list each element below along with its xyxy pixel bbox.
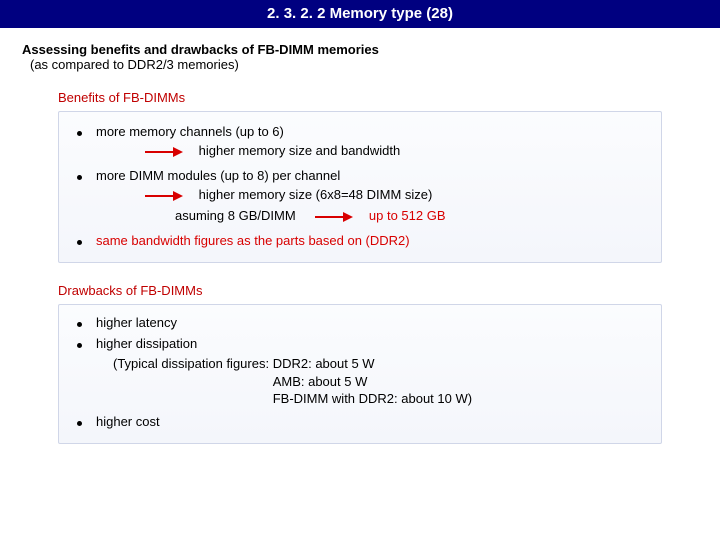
bullet-icon <box>77 175 82 180</box>
benefit-1-consequence: higher memory size and bandwidth <box>145 143 647 158</box>
benefit-2-assume: asuming 8 GB/DIMM <box>175 208 296 223</box>
dissipation-line-3: FB-DIMM with DDR2: about 10 W) <box>273 391 472 406</box>
benefit-item-3: same bandwidth figures as the parts base… <box>77 233 647 248</box>
drawbacks-title: Drawbacks of FB-DIMMs <box>58 283 720 298</box>
bullet-icon <box>77 343 82 348</box>
dissipation-label: (Typical dissipation figures: <box>113 356 269 371</box>
drawback-item-2: higher dissipation <box>77 336 647 351</box>
bullet-icon <box>77 421 82 426</box>
dissipation-line-1: DDR2: about 5 W <box>273 356 375 371</box>
drawback-1-text: higher latency <box>96 315 177 330</box>
bullet-icon <box>77 131 82 136</box>
benefit-2-result: up to 512 GB <box>369 208 446 223</box>
heading-sub: (as compared to DDR2/3 memories) <box>30 57 720 72</box>
slide-title-bar: 2. 3. 2. 2 Memory type (28) <box>0 0 720 28</box>
bullet-icon <box>77 240 82 245</box>
heading-block: Assessing benefits and drawbacks of FB-D… <box>22 42 720 72</box>
benefit-3-text: same bandwidth figures as the parts base… <box>96 233 410 248</box>
benefits-title: Benefits of FB-DIMMs <box>58 90 720 105</box>
benefit-1-text: more memory channels (up to 6) <box>96 124 284 139</box>
benefit-1-arrow-text: higher memory size and bandwidth <box>199 143 401 158</box>
dissipation-line-2: AMB: about 5 W <box>273 374 368 389</box>
drawbacks-panel: higher latency higher dissipation (Typic… <box>58 304 662 444</box>
benefit-2-arrow-text: higher memory size (6x8=48 DIMM size) <box>199 187 433 202</box>
arrow-icon <box>145 191 185 201</box>
arrow-icon <box>145 147 185 157</box>
bullet-icon <box>77 322 82 327</box>
benefit-2-consequence: higher memory size (6x8=48 DIMM size) <box>145 187 647 202</box>
benefit-2-text: more DIMM modules (up to 8) per channel <box>96 168 340 183</box>
benefit-2-assumption-row: asuming 8 GB/DIMM up to 512 GB <box>175 208 647 223</box>
benefits-panel: more memory channels (up to 6) higher me… <box>58 111 662 263</box>
drawback-2-text: higher dissipation <box>96 336 197 351</box>
drawback-3-text: higher cost <box>96 414 160 429</box>
benefit-item-1: more memory channels (up to 6) <box>77 124 647 139</box>
benefit-item-2: more DIMM modules (up to 8) per channel <box>77 168 647 183</box>
dissipation-figures: (Typical dissipation figures: DDR2: abou… <box>113 355 647 408</box>
drawback-item-1: higher latency <box>77 315 647 330</box>
heading-bold: Assessing benefits and drawbacks of FB-D… <box>22 42 379 57</box>
arrow-icon <box>315 212 355 222</box>
slide-title: 2. 3. 2. 2 Memory type (28) <box>267 5 453 22</box>
drawback-item-3: higher cost <box>77 414 647 429</box>
